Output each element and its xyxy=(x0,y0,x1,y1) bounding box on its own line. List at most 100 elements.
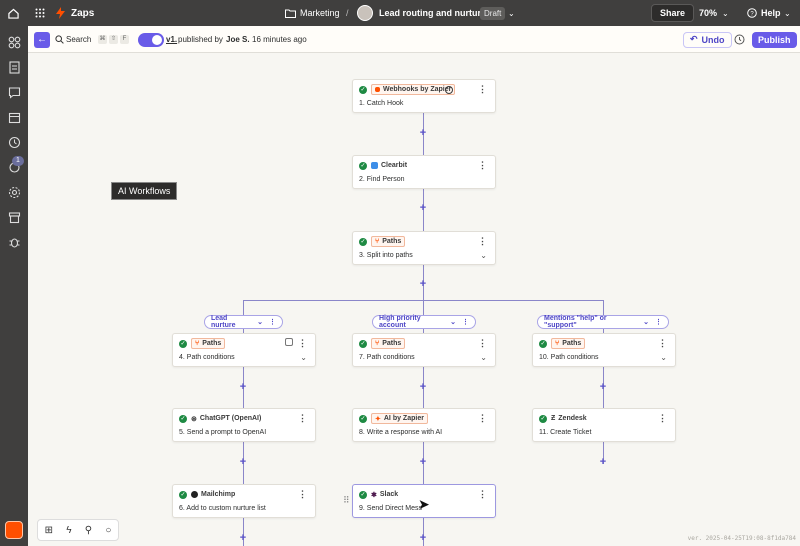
more-options-icon[interactable]: ⋮ xyxy=(478,338,487,349)
more-options-icon[interactable]: ⋮ xyxy=(478,236,487,247)
interfaces-icon[interactable] xyxy=(7,85,21,99)
chevron-down-icon[interactable]: ⌄ xyxy=(257,318,263,326)
history-icon[interactable] xyxy=(7,135,21,149)
more-options-icon[interactable]: ⋮ xyxy=(478,489,487,500)
clock-icon xyxy=(445,86,453,94)
help-chevron-down-icon[interactable]: ⌄ xyxy=(784,0,791,26)
more-options-icon[interactable]: ⋮ xyxy=(658,338,667,349)
wrench-icon[interactable]: ⚲ xyxy=(85,525,92,536)
add-step-plus-icon[interactable]: + xyxy=(238,533,248,544)
chevron-down-icon[interactable]: ⌄ xyxy=(300,353,307,362)
app-name: Webhooks by Zapier xyxy=(383,86,452,93)
app-grid-icon[interactable] xyxy=(35,0,45,26)
search-canvas-icon[interactable]: ○ xyxy=(105,525,111,536)
app-name[interactable]: Zaps xyxy=(71,0,94,26)
undo-button[interactable]: ↶ Undo xyxy=(683,26,732,53)
debug-bug-icon[interactable] xyxy=(7,235,21,249)
chevron-down-icon[interactable]: ⌄ xyxy=(450,318,456,326)
add-step-plus-icon[interactable]: + xyxy=(418,128,428,139)
add-step-plus-icon[interactable]: + xyxy=(238,382,248,393)
step-card-11[interactable]: ✓ Ƶ Zendesk 11. Create Ticket ⋮ xyxy=(532,408,676,442)
step-card-4[interactable]: ✓ ⑂ Paths 4. Path conditions ⋮ ⌄ xyxy=(172,333,316,367)
back-button[interactable]: ← xyxy=(34,26,50,53)
add-step-plus-icon[interactable]: + xyxy=(598,457,608,468)
more-options-icon[interactable]: ⋮ xyxy=(658,413,667,424)
more-options-icon[interactable]: ⋮ xyxy=(298,413,307,424)
more-options-icon[interactable]: ⋮ xyxy=(269,318,276,326)
step-card-6[interactable]: ✓ Mailchimp 6. Add to custom nurture lis… xyxy=(172,484,316,518)
zap-canvas[interactable]: + + + + + + + + + + + ✓ Webhooks by Zapi… xyxy=(28,53,800,546)
path-label-high-priority[interactable]: High priority account ⌄ ⋮ xyxy=(372,315,476,329)
add-step-plus-icon[interactable]: + xyxy=(418,382,428,393)
bolt-icon[interactable]: ϟ xyxy=(66,525,71,536)
step-card-8[interactable]: ✓ ✦ AI by Zapier 8. Write a response with… xyxy=(352,408,496,442)
publish-button[interactable]: Publish xyxy=(752,26,797,53)
app-name: Paths xyxy=(382,340,402,347)
app-name: Paths xyxy=(562,340,582,347)
note-icon[interactable] xyxy=(285,338,293,346)
step-card-10[interactable]: ✓ ⑂ Paths 10. Path conditions ⋮ ⌄ xyxy=(532,333,676,367)
title-chevron-down-icon[interactable]: ⌄ xyxy=(508,0,515,26)
path-name: Mentions "help" or "support" xyxy=(544,315,607,329)
tables-icon[interactable] xyxy=(7,60,21,74)
zoom-chevron-down-icon[interactable]: ⌄ xyxy=(722,0,729,26)
add-step-plus-icon[interactable]: + xyxy=(418,533,428,544)
chevron-down-icon[interactable]: ⌄ xyxy=(480,353,487,362)
step-title: 3. Split into paths xyxy=(359,252,413,259)
chevron-down-icon[interactable]: ⌄ xyxy=(480,251,487,260)
step-card-5[interactable]: ✓ ⊛ ChatGPT (OpenAI) 5. Send a prompt to … xyxy=(172,408,316,442)
editor-toolbar: ← Search ⌘ ⇧ F v1. published by Joe S. 1… xyxy=(28,26,800,53)
check-icon: ✓ xyxy=(359,86,367,94)
more-options-icon[interactable]: ⋮ xyxy=(298,338,307,349)
version-link[interactable]: v1. xyxy=(166,26,177,53)
add-step-plus-icon[interactable]: + xyxy=(418,279,428,290)
settings-gear-icon[interactable] xyxy=(7,185,21,199)
search-label[interactable]: Search xyxy=(66,26,91,53)
step-card-3[interactable]: ✓ ⑂ Paths 3. Split into paths ⋮ ⌄ xyxy=(352,231,496,265)
step-card-7[interactable]: ✓ ⑂ Paths 7. Path conditions ⋮ ⌄ xyxy=(352,333,496,367)
home-icon[interactable] xyxy=(8,0,19,26)
version-history-icon[interactable] xyxy=(734,26,745,53)
step-title: 11. Create Ticket xyxy=(539,429,592,436)
step-card-2[interactable]: ✓ Clearbit 2. Find Person ⋮ xyxy=(352,155,496,189)
add-step-plus-icon[interactable]: + xyxy=(598,382,608,393)
zapier-copilot-icon[interactable] xyxy=(5,521,23,539)
more-options-icon[interactable]: ⋮ xyxy=(462,318,469,326)
calendar-icon[interactable] xyxy=(7,110,21,124)
more-options-icon[interactable]: ⋮ xyxy=(478,160,487,171)
chevron-down-icon[interactable]: ⌄ xyxy=(660,353,667,362)
more-options-icon[interactable]: ⋮ xyxy=(478,84,487,95)
paths-icon: ⑂ xyxy=(375,340,380,347)
path-label-lead-nurture[interactable]: Lead nurture ⌄ ⋮ xyxy=(204,315,283,329)
version-string: ver. 2025-04-25T19:08-8f1da784 xyxy=(687,535,796,542)
app-name: ChatGPT (OpenAI) xyxy=(199,415,262,422)
app-label: ✦ AI by Zapier xyxy=(371,413,428,424)
path-label-help-support[interactable]: Mentions "help" or "support" ⌄ ⋮ xyxy=(537,315,669,329)
app-label: ⊛ ChatGPT (OpenAI) xyxy=(191,413,261,424)
zap-title[interactable]: Lead routing and nurture xyxy=(379,0,486,26)
shortcut-key: ⌘ xyxy=(98,35,107,44)
drag-handle-icon[interactable]: ⠿ xyxy=(343,495,350,506)
more-options-icon[interactable]: ⋮ xyxy=(655,318,662,326)
shortcut-key: ⇧ xyxy=(109,35,118,44)
notification-badge: 1 xyxy=(12,156,24,166)
apps-icon[interactable] xyxy=(7,35,21,49)
search-icon[interactable] xyxy=(55,26,64,53)
folder-name[interactable]: Marketing xyxy=(300,0,340,26)
add-step-plus-icon[interactable]: + xyxy=(418,457,428,468)
add-step-plus-icon[interactable]: + xyxy=(418,203,428,214)
help-icon[interactable]: ? xyxy=(747,0,757,26)
add-step-plus-icon[interactable]: + xyxy=(238,457,248,468)
help-label[interactable]: Help xyxy=(761,0,781,26)
chevron-down-icon[interactable]: ⌄ xyxy=(643,318,649,326)
shortcut-key: F xyxy=(120,35,129,44)
zoom-level[interactable]: 70% xyxy=(699,0,717,26)
more-options-icon[interactable]: ⋮ xyxy=(298,489,307,500)
archive-icon[interactable] xyxy=(7,210,21,224)
zap-on-toggle[interactable] xyxy=(138,26,164,53)
share-button[interactable]: Share xyxy=(651,0,695,26)
step-card-1[interactable]: ✓ Webhooks by Zapier 1. Catch Hook ⋮ xyxy=(352,79,496,113)
more-options-icon[interactable]: ⋮ xyxy=(478,413,487,424)
check-icon: ✓ xyxy=(359,340,367,348)
add-node-icon[interactable]: ⊞ xyxy=(45,525,53,536)
